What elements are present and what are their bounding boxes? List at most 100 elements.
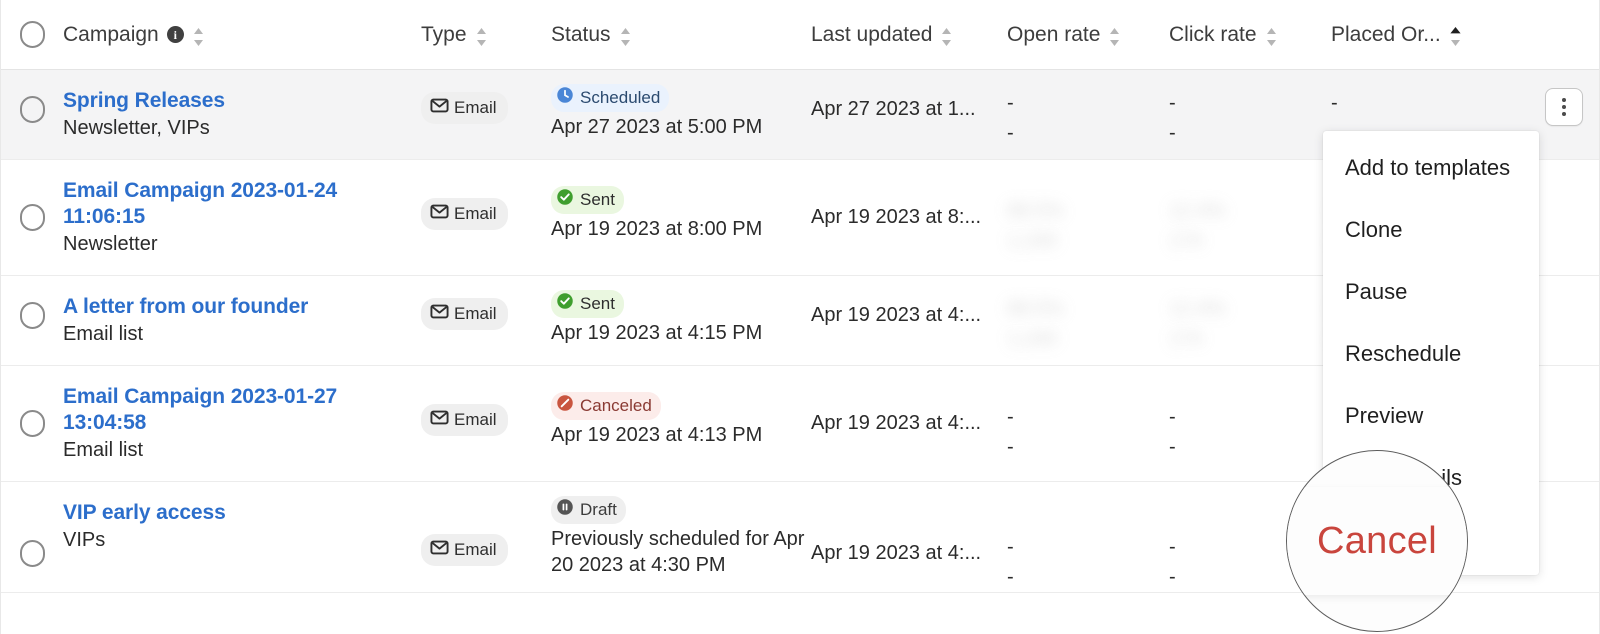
sort-chevrons-icon[interactable] (619, 25, 632, 46)
sort-chevrons-icon[interactable] (940, 25, 953, 46)
kebab-dot (1562, 105, 1566, 109)
open-rate-value: - (1007, 536, 1014, 558)
row-select-checkbox[interactable] (19, 96, 45, 123)
menu-item-preview[interactable]: Preview (1323, 385, 1539, 447)
envelope-icon (430, 202, 449, 226)
menu-item-reschedule[interactable]: Reschedule (1323, 323, 1539, 385)
row-actions-kebab-button[interactable] (1545, 88, 1583, 126)
row-select-checkbox[interactable] (19, 302, 45, 329)
last-updated-cell: Apr 19 2023 at 4:... (811, 366, 1007, 436)
column-header-click-rate[interactable]: Click rate (1169, 23, 1331, 47)
menu-item-add-to-templates[interactable]: Add to templates (1323, 137, 1539, 199)
campaign-cell: A letter from our founder Email list (63, 276, 421, 365)
info-icon[interactable]: i (166, 26, 184, 43)
row-actions-cell (1521, 70, 1599, 126)
column-header-placed-orders-label: Placed Or... (1331, 22, 1441, 46)
kebab-dot (1562, 112, 1566, 116)
type-badge: Email (421, 298, 508, 330)
sort-chevrons-icon[interactable] (192, 25, 205, 46)
campaign-name-link[interactable]: Email Campaign 2023-01-27 13:04:58 (63, 384, 413, 436)
column-header-campaign[interactable]: Campaign i (63, 23, 421, 47)
type-cell: Email (421, 276, 551, 330)
open-rate-count: 1,240 (1007, 328, 1058, 350)
kebab-dot (1562, 98, 1566, 102)
row-select-cell (1, 366, 63, 437)
row-select-checkbox[interactable] (19, 410, 45, 437)
campaign-name-link[interactable]: A letter from our founder (63, 294, 413, 320)
status-subtext: Previously scheduled for Apr 20 2023 at … (551, 528, 805, 576)
row-select-cell (1, 160, 63, 231)
click-rate-cell: -- (1169, 366, 1331, 462)
type-badge-label: Email (454, 540, 497, 559)
type-cell: Email (421, 366, 551, 436)
column-header-open-rate-label: Open rate (1007, 22, 1101, 46)
campaign-cell: VIP early access VIPs (63, 482, 421, 571)
placed-orders-value: - (1331, 92, 1338, 114)
type-badge: Email (421, 404, 508, 436)
column-header-last-updated-label: Last updated (811, 22, 933, 46)
campaign-name-link[interactable]: Spring Releases (63, 88, 413, 114)
type-cell: Email (421, 482, 551, 566)
type-badge-label: Email (454, 304, 497, 323)
campaign-cell: Spring Releases Newsletter, VIPs (63, 70, 421, 159)
last-updated-cell: Apr 19 2023 at 4:... (811, 482, 1007, 566)
row-select-checkbox[interactable] (19, 204, 45, 231)
open-rate-count: - (1007, 566, 1014, 588)
column-header-status-label-group: Status (551, 23, 632, 47)
open-rate-value: - (1007, 92, 1014, 114)
click-rate-count: - (1169, 122, 1176, 144)
column-header-last-updated-label-group: Last updated (811, 23, 953, 47)
type-cell: Email (421, 160, 551, 230)
status-subtext: Apr 27 2023 at 5:00 PM (551, 116, 763, 138)
last-updated-cell: Apr 19 2023 at 8:... (811, 160, 1007, 230)
column-header-status[interactable]: Status (551, 23, 811, 47)
status-cell: Sent Apr 19 2023 at 4:15 PM (551, 276, 811, 360)
type-badge-label: Email (454, 204, 497, 223)
check-circle-icon (556, 292, 574, 316)
click-rate-cell: 12.4% 174 (1169, 160, 1331, 256)
type-badge: Email (421, 198, 508, 230)
envelope-icon (430, 538, 449, 562)
sort-chevrons-icon[interactable] (1265, 25, 1278, 46)
magnifier-overlay: Cancel (1286, 450, 1468, 632)
last-updated-value: Apr 19 2023 at 4:... (811, 542, 982, 564)
menu-item-clone[interactable]: Clone (1323, 199, 1539, 261)
click-rate-value: 12.4% (1169, 298, 1226, 320)
column-header-campaign-label-group: Campaign i (63, 23, 205, 47)
open-rate-value: 88.5% (1007, 298, 1064, 320)
last-updated-cell: Apr 19 2023 at 4:... (811, 276, 1007, 328)
row-select-cell (1, 70, 63, 123)
status-subtext: Apr 19 2023 at 8:00 PM (551, 218, 763, 240)
status-badge: Scheduled (551, 84, 670, 112)
sort-chevrons-icon[interactable] (475, 25, 488, 46)
campaign-cell: Email Campaign 2023-01-24 11:06:15 Newsle… (63, 160, 421, 275)
column-header-placed-orders[interactable]: Placed Or... (1331, 23, 1521, 47)
select-all-checkbox[interactable] (19, 21, 45, 48)
click-rate-count: 174 (1169, 230, 1203, 252)
magnifier-content: Cancel (1287, 451, 1467, 631)
open-rate-cell: 88.5% 1,240 (1007, 276, 1169, 354)
campaign-name-link[interactable]: Email Campaign 2023-01-24 11:06:15 (63, 178, 413, 230)
row-select-checkbox[interactable] (19, 540, 45, 567)
campaign-name-link[interactable]: VIP early access (63, 500, 413, 526)
menu-item-pause[interactable]: Pause (1323, 261, 1539, 323)
status-badge-label: Sent (580, 294, 615, 313)
open-rate-value: 88.5% (1007, 200, 1064, 222)
type-badge-label: Email (454, 410, 497, 429)
click-rate-value: 12.4% (1169, 200, 1226, 222)
status-badge: Canceled (551, 392, 661, 420)
status-cell: Draft Previously scheduled for Apr 20 202… (551, 482, 811, 592)
click-rate-value: - (1169, 406, 1176, 428)
last-updated-value: Apr 19 2023 at 4:... (811, 304, 982, 326)
column-header-open-rate[interactable]: Open rate (1007, 23, 1169, 47)
status-badge: Draft (551, 496, 626, 524)
column-header-last-updated[interactable]: Last updated (811, 23, 1007, 47)
open-rate-cell: -- (1007, 482, 1169, 592)
campaign-lists-label: Newsletter (63, 233, 158, 255)
row-select-cell (1, 276, 63, 329)
column-header-type[interactable]: Type (421, 23, 551, 47)
sort-ascending-icon[interactable] (1449, 25, 1462, 46)
status-badge: Sent (551, 186, 624, 214)
sort-chevrons-icon[interactable] (1108, 25, 1121, 46)
campaign-lists-label: Newsletter, VIPs (63, 117, 210, 139)
